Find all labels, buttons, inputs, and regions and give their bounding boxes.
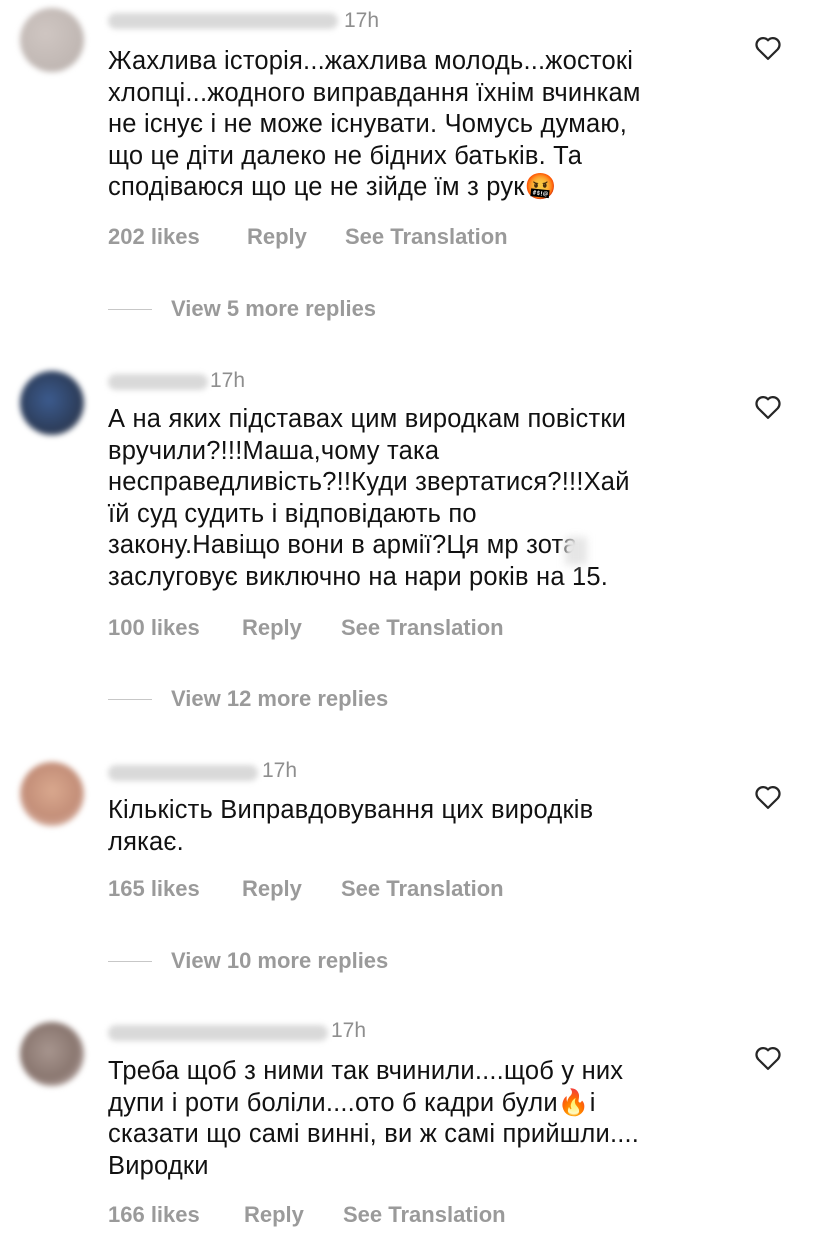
heart-outline-icon[interactable]	[753, 392, 783, 420]
heart-outline-icon[interactable]	[753, 1043, 783, 1071]
avatar[interactable]	[20, 371, 84, 435]
comment-text: Жахлива історія...жахлива молодь...жосто…	[108, 47, 641, 201]
comment-text: Кількість Виправдовування цих виродків л…	[108, 796, 594, 856]
view-replies-label[interactable]: View 5 more replies	[171, 296, 376, 322]
see-translation-button[interactable]: See Translation	[343, 1202, 506, 1228]
reply-button[interactable]: Reply	[242, 615, 302, 641]
see-translation-button[interactable]: See Translation	[341, 615, 504, 641]
heart-outline-icon[interactable]	[753, 33, 783, 61]
view-replies-label[interactable]: View 10 more replies	[171, 948, 388, 974]
username-redacted[interactable]	[108, 1025, 328, 1041]
see-translation-button[interactable]: See Translation	[341, 876, 504, 902]
censor-blur	[565, 537, 587, 565]
comment-time: 17h	[262, 759, 298, 782]
heart-outline-icon[interactable]	[753, 782, 783, 810]
comment-time: 17h	[331, 1019, 367, 1042]
username-redacted[interactable]	[108, 374, 208, 390]
likes-count[interactable]: 100 likes	[108, 615, 200, 641]
comment-time: 17h	[210, 369, 246, 392]
comment-text: А на яких підставах цим виродкам повістк…	[108, 405, 630, 591]
reply-button[interactable]: Reply	[244, 1202, 304, 1228]
avatar[interactable]	[20, 1022, 84, 1086]
likes-count[interactable]: 166 likes	[108, 1202, 200, 1228]
likes-count[interactable]: 165 likes	[108, 876, 200, 902]
likes-count[interactable]: 202 likes	[108, 224, 200, 250]
divider-line	[108, 961, 152, 962]
view-replies-label[interactable]: View 12 more replies	[171, 686, 388, 712]
comment-time: 17h	[344, 9, 380, 32]
comment-text: Треба щоб з ними так вчинили....щоб у ни…	[108, 1057, 640, 1180]
reply-button[interactable]: Reply	[242, 876, 302, 902]
username-redacted[interactable]	[108, 13, 338, 29]
reply-button[interactable]: Reply	[247, 224, 307, 250]
avatar[interactable]	[20, 8, 84, 72]
avatar[interactable]	[20, 762, 84, 826]
username-redacted[interactable]	[108, 765, 258, 781]
divider-line	[108, 699, 152, 700]
divider-line	[108, 309, 152, 310]
see-translation-button[interactable]: See Translation	[345, 224, 508, 250]
